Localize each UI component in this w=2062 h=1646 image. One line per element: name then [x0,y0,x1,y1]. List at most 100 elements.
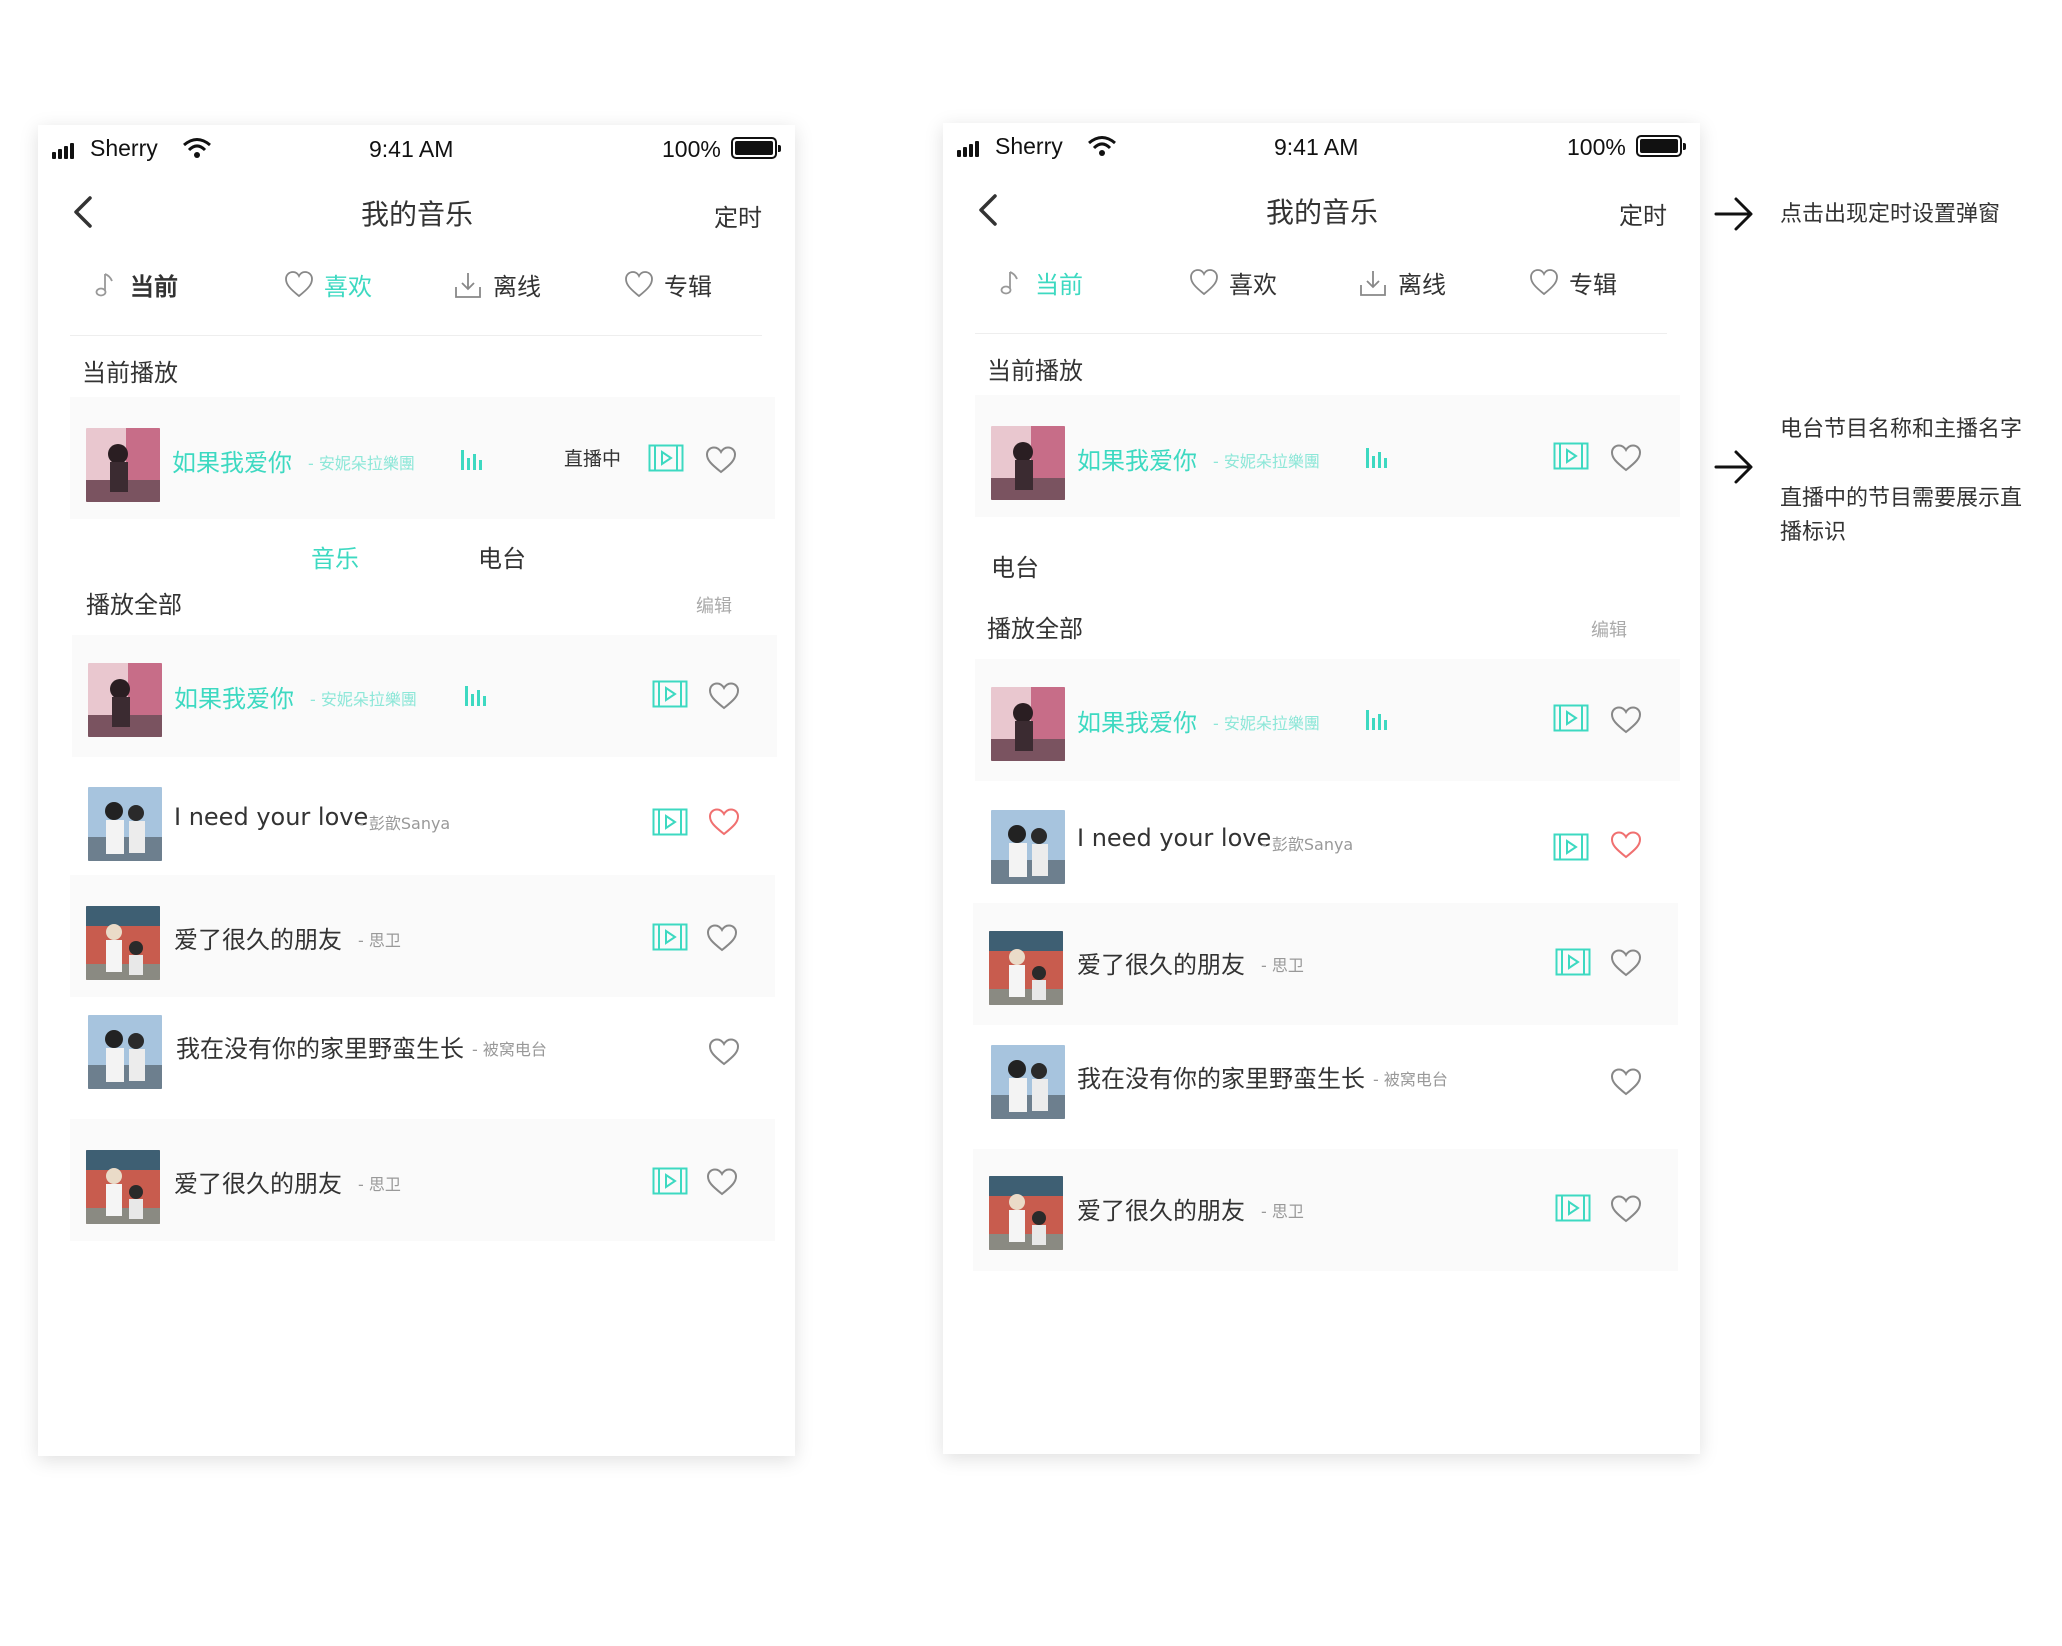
song-artist: - 被窝电台 [472,1040,547,1059]
song-artist: - 安妮朵拉樂團 [308,454,415,473]
list-item[interactable]: 爱了很久的朋友 - 思卫 [973,1149,1678,1271]
tab-album-label: 专辑 [664,273,712,301]
heart-icon-liked[interactable] [708,807,740,837]
tab-album[interactable]: 专辑 [1529,265,1617,300]
annotation-live-line2: 播标识 [1780,520,1847,545]
annotation-live-line1: 直播中的节目需要展示直 [1780,486,2023,511]
song-artist: - 安妮朵拉樂團 [1213,714,1320,733]
annotation-radio-name: 电台节目名称和主播名字 [1780,417,2023,442]
music-note-icon [1000,270,1018,294]
mv-icon[interactable] [1553,442,1589,470]
edit-button[interactable]: 编辑 [696,592,732,618]
mv-icon[interactable] [652,1167,688,1195]
tab-offline[interactable]: 离线 [453,267,541,302]
download-icon [1360,270,1386,296]
heart-icon[interactable] [1610,948,1642,978]
heart-icon[interactable] [1610,1194,1642,1224]
play-all-button[interactable]: 播放全部 [987,609,1083,644]
battery-percent: 100% [1567,134,1626,160]
mv-icon[interactable] [652,680,688,708]
status-time: 9:41 AM [1274,134,1359,160]
mv-icon[interactable] [1553,833,1589,861]
cover-pink [991,687,1065,761]
signal-icon [52,143,74,159]
list-item[interactable]: 如果我爱你 - 安妮朵拉樂團 [975,659,1680,781]
edit-button[interactable]: 编辑 [1591,616,1627,642]
song-title: 爱了很久的朋友 [174,1170,342,1198]
download-icon [455,272,481,298]
heart-icon[interactable] [1610,443,1642,473]
tab-album-label: 专辑 [1569,271,1617,299]
heart-icon[interactable] [1610,705,1642,735]
tab-offline[interactable]: 离线 [1358,265,1446,300]
tab-current[interactable]: 当前 [90,267,178,302]
mv-icon[interactable] [652,923,688,951]
now-playing-row[interactable]: 如果我爱你 - 安妮朵拉樂團 [975,395,1680,517]
subtab-music[interactable]: 音乐 [311,539,359,574]
equalizer-icon [1366,448,1387,468]
equalizer-icon [1366,710,1387,730]
list-item[interactable]: 我在没有你的家里野蛮生长 - 被窝电台 [72,997,777,1119]
song-artist: - 彭歆Sanya [1261,835,1354,854]
cover-blue [991,1045,1065,1119]
cover-pink [991,426,1065,500]
music-note-icon [95,272,113,296]
mv-icon[interactable] [1555,1194,1591,1222]
heart-icon[interactable] [705,445,737,475]
equalizer-icon [461,450,482,470]
status-time: 9:41 AM [369,136,454,162]
song-title: 如果我爱你 [172,449,292,477]
heart-icon [285,270,313,297]
list-item[interactable]: 爱了很久的朋友 - 思卫 [973,903,1678,1025]
battery-icon [731,137,781,159]
tab-like-label: 喜欢 [1229,271,1277,299]
heart-icon[interactable] [708,1037,740,1067]
list-item[interactable]: 如果我爱你 - 安妮朵拉樂團 [72,635,777,757]
tab-offline-label: 离线 [493,273,541,301]
equalizer-icon [465,686,486,706]
tab-like[interactable]: 喜欢 [284,267,372,302]
now-playing-row[interactable]: 如果我爱你 - 安妮朵拉樂團 直播中 [70,397,775,519]
live-badge: 直播中 [564,448,622,470]
annotation-timer: 点击出现定时设置弹窗 [1780,202,2001,227]
heart-icon[interactable] [706,923,738,953]
song-title: 我在没有你的家里野蛮生长 [176,1035,464,1063]
timer-button[interactable]: 定时 [1619,196,1667,231]
song-title: 我在没有你的家里野蛮生长 [1077,1065,1365,1093]
list-item[interactable]: I need your love - 彭歆Sanya [975,788,1680,910]
heart-icon [1190,268,1218,295]
heart-icon[interactable] [706,1167,738,1197]
subtab-radio[interactable]: 电台 [478,539,526,574]
battery-percent: 100% [662,136,721,162]
song-title: 如果我爱你 [174,685,294,713]
tab-like[interactable]: 喜欢 [1189,265,1277,300]
cover-red [989,1176,1063,1250]
subtab-radio[interactable]: 电台 [991,548,1039,583]
song-artist: - 被窝电台 [1373,1070,1448,1089]
heart-icon [625,270,653,297]
heart-icon[interactable] [708,681,740,711]
carrier-name: Sherry [995,133,1063,159]
play-all-button[interactable]: 播放全部 [86,585,182,620]
heart-icon-liked[interactable] [1610,830,1642,860]
chevron-left-icon[interactable] [973,193,1007,227]
mv-icon[interactable] [1555,948,1591,976]
list-item[interactable]: I need your love - 彭歆Sanya [72,765,777,887]
song-title: 爱了很久的朋友 [1077,1197,1245,1225]
song-artist: - 思卫 [358,931,401,950]
chevron-left-icon[interactable] [68,195,102,229]
list-item[interactable]: 爱了很久的朋友 - 思卫 [70,1119,775,1241]
cover-blue [88,1015,162,1089]
mv-icon[interactable] [1553,704,1589,732]
arrow-right-icon [1714,197,1753,231]
mv-icon[interactable] [652,808,688,836]
mv-icon[interactable] [648,444,684,472]
heart-icon[interactable] [1610,1067,1642,1097]
tab-current[interactable]: 当前 [995,265,1083,300]
song-artist: - 思卫 [358,1175,401,1194]
list-item[interactable]: 爱了很久的朋友 - 思卫 [70,875,775,997]
timer-button[interactable]: 定时 [714,198,762,233]
carrier-name: Sherry [90,135,158,161]
tab-album[interactable]: 专辑 [624,267,712,302]
list-item[interactable]: 我在没有你的家里野蛮生长 - 被窝电台 [975,1025,1680,1147]
